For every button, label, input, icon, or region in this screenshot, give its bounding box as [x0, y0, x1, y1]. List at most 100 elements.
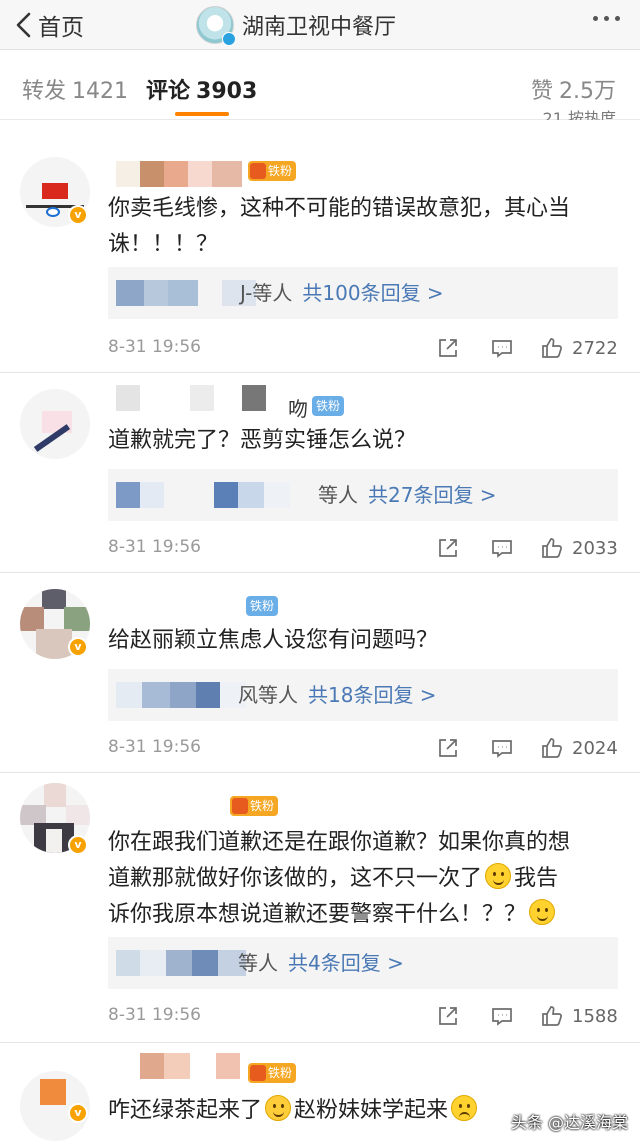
comment-text: 给赵丽颖立焦虑人设您有问题吗？ [108, 628, 439, 653]
tab-comment-label: 评论 [146, 79, 191, 104]
crown-icon [250, 1065, 266, 1081]
sort-order-peek[interactable]: 21 按热度 [543, 106, 616, 120]
comment-item: v 铁粉 你卖毛线惨，这种不可能的错误故意犯，其心当诛！！！？ J-等人 共100… [0, 121, 640, 373]
tab-comment-count: 3903 [196, 79, 258, 104]
username-blurred[interactable] [116, 385, 266, 411]
share-button[interactable] [436, 1001, 460, 1031]
account-header[interactable]: 湖南卫视中餐厅 [196, 2, 396, 48]
comment-item: 吻 铁粉 道歉就完了？恶剪实锤怎么说？ 等人 共27条回复 > 8-31 19:5… [0, 373, 640, 573]
comment-item: v 铁粉 你在跟我们道歉还是在跟你道歉？如果你真的想 道歉那就做好你该做的，这不… [0, 773, 640, 1043]
fan-badge: 铁粉 [246, 596, 279, 616]
active-tab-indicator [175, 112, 229, 116]
like-count: 2033 [572, 537, 618, 559]
back-button[interactable]: 首页 [14, 6, 84, 44]
like-button[interactable]: 2722 [540, 333, 618, 363]
verified-badge-icon: v [68, 637, 88, 657]
comment-text: 你在跟我们道歉还是在跟你道歉？如果你真的想 道歉那就做好你该做的，这不只一次了我… [108, 825, 618, 933]
reply-summary[interactable]: 等人 共4条回复 > [108, 937, 618, 989]
crown-icon [232, 798, 248, 814]
comment-icon [492, 540, 512, 558]
tab-forward-label: 转发 [22, 79, 67, 104]
reply-summary-text: J-等人 共100条回复 > [240, 281, 444, 305]
reply-count-link[interactable]: 共27条回复 > [368, 483, 497, 507]
comment-meta: 8-31 19:56 2722 [108, 333, 618, 363]
like-button[interactable]: 2033 [540, 533, 618, 563]
comment-text-line: 你在跟我们道歉还是在跟你道歉？如果你真的想 [108, 830, 571, 855]
fan-badge: 铁粉 [230, 796, 279, 816]
username-blurred[interactable] [116, 161, 242, 187]
reply-button[interactable] [490, 733, 514, 763]
back-label: 首页 [38, 15, 84, 41]
fan-badge: 铁粉 [248, 161, 297, 181]
crown-icon [250, 163, 266, 179]
username-blurred[interactable] [140, 1053, 240, 1079]
tab-like-count: 2.5万 [559, 79, 616, 104]
chevron-left-icon [16, 12, 31, 38]
thumbs-up-icon [542, 1006, 562, 1026]
reply-summary-text: 等人 共4条回复 > [238, 951, 404, 975]
hug-emoji-icon [265, 1095, 292, 1121]
tab-like-label: 赞 [530, 79, 553, 104]
watermark: 头条 @达溪海棠 [510, 1113, 628, 1132]
like-button[interactable]: 1588 [540, 1001, 618, 1031]
sad-emoji-icon [451, 1095, 478, 1121]
share-icon [439, 339, 457, 357]
comment-text-line: 诉你我原本想说道歉还要警察干什么！？？ [108, 897, 618, 933]
verified-icon [222, 32, 236, 46]
username-tail: 吻 [288, 397, 308, 421]
tab-like[interactable]: 赞 2.5万 [531, 73, 616, 105]
reply-names-blurred [116, 950, 246, 976]
reply-button[interactable] [490, 533, 514, 563]
share-button[interactable] [436, 733, 460, 763]
reply-summary[interactable]: 风等人 共18条回复 > [108, 669, 618, 721]
tab-forward[interactable]: 转发 1421 [22, 73, 128, 105]
reply-names-blurred [116, 682, 246, 708]
reply-button[interactable] [490, 1001, 514, 1031]
reply-count-link[interactable]: 共4条回复 > [288, 951, 404, 975]
share-icon [439, 539, 457, 557]
comment-meta: 8-31 19:56 2024 [108, 733, 618, 763]
reply-summary[interactable]: 等人 共27条回复 > [108, 469, 618, 521]
reply-names-blurred [116, 482, 330, 508]
account-avatar[interactable] [196, 6, 236, 46]
reply-count-link[interactable]: 共18条回复 > [308, 683, 437, 707]
comment-icon [492, 740, 512, 758]
timestamp: 8-31 19:56 [108, 1005, 201, 1025]
thumbs-up-icon [542, 338, 562, 358]
fan-badge: 铁粉 [248, 1063, 297, 1083]
avatar[interactable] [20, 389, 90, 459]
like-count: 2722 [572, 337, 618, 359]
share-button[interactable] [436, 533, 460, 563]
timestamp: 8-31 19:56 [108, 737, 201, 757]
smile-emoji-icon [529, 899, 556, 925]
timestamp: 8-31 19:56 [108, 537, 201, 557]
comment-text: 你卖毛线惨，这种不可能的错误故意犯，其心当诛！！！？ [108, 196, 571, 257]
comment-item: v 铁粉 给赵丽颖立焦虑人设您有问题吗？ 风等人 共18条回复 > 8-31 19… [0, 573, 640, 773]
thumbs-up-icon [542, 538, 562, 558]
page-title: 湖南卫视中餐厅 [242, 15, 397, 40]
comment-text-line: 道歉那就做好你该做的，这不只一次了 我告 [108, 861, 618, 897]
tab-forward-count: 1421 [72, 79, 129, 104]
reply-names-blurred [116, 280, 256, 306]
thumbs-up-icon [542, 738, 562, 758]
verified-badge-icon: v [68, 1103, 88, 1123]
share-icon [439, 739, 457, 757]
smile-emoji-icon [485, 863, 512, 889]
reply-button[interactable] [490, 333, 514, 363]
like-button[interactable]: 2024 [540, 733, 618, 763]
top-navigation-bar: 首页 湖南卫视中餐厅 [0, 0, 640, 50]
comment-icon [492, 340, 512, 358]
more-dots-icon[interactable] [593, 16, 620, 21]
reply-summary[interactable]: J-等人 共100条回复 > [108, 267, 618, 319]
reply-summary-text: 等人 共27条回复 > [318, 483, 497, 507]
reply-count-link[interactable]: 共100条回复 > [302, 281, 443, 305]
tab-comment[interactable]: 评论 3903 [146, 73, 257, 105]
verified-badge-icon: v [68, 205, 88, 225]
verified-badge-icon: v [68, 835, 88, 855]
share-button[interactable] [436, 333, 460, 363]
fan-badge: 铁粉 [312, 396, 345, 416]
comment-icon [492, 1008, 512, 1026]
comment-meta: 8-31 19:56 2033 [108, 533, 618, 563]
comment-text: 道歉就完了？恶剪实锤怎么说？ [108, 428, 417, 453]
reply-summary-text: 风等人 共18条回复 > [238, 683, 437, 707]
